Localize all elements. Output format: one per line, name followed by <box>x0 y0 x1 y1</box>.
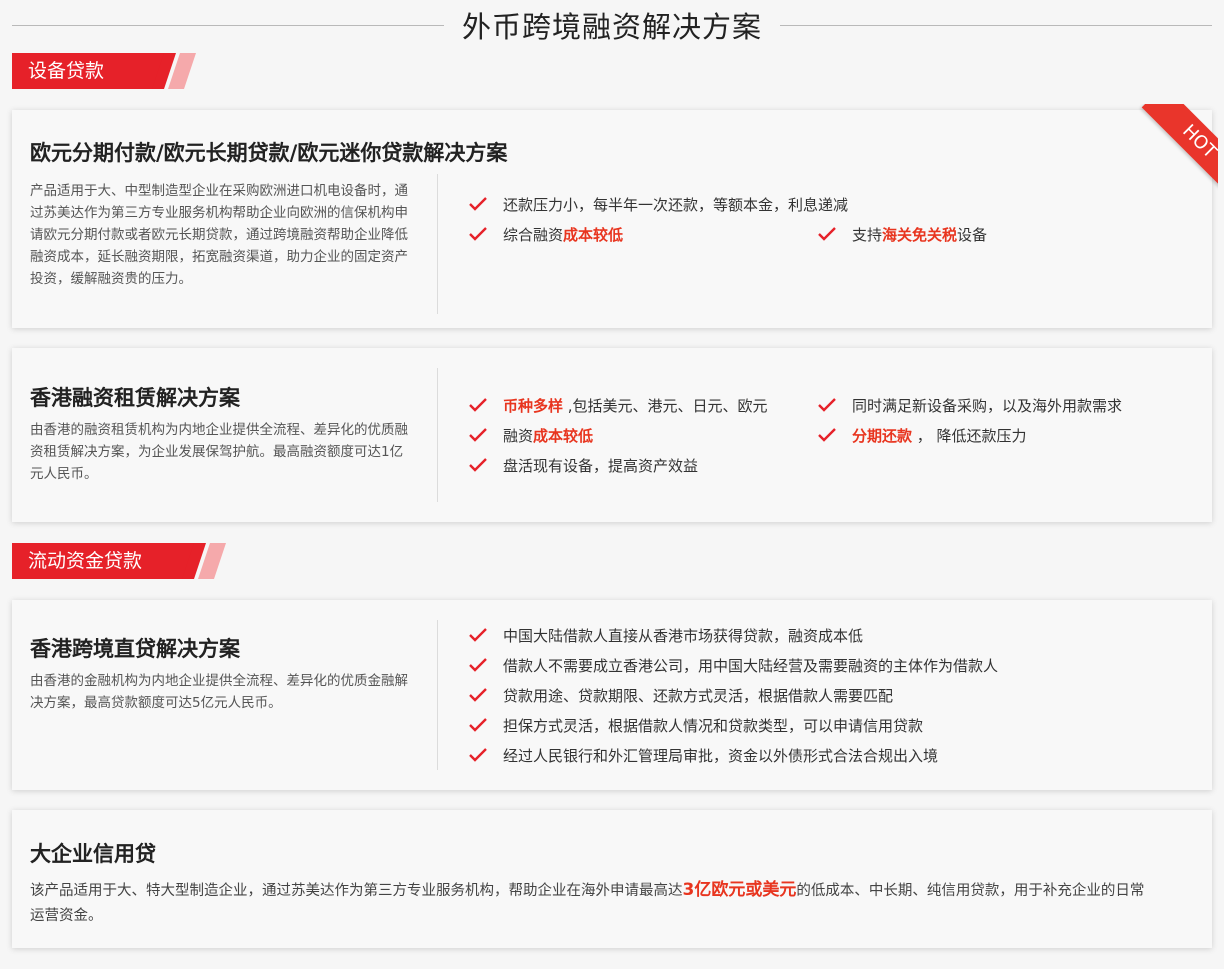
check-icon <box>469 628 487 642</box>
page-title: 外币跨境融资解决方案 <box>461 10 762 44</box>
check-icon <box>818 227 836 241</box>
card-large-enterprise-credit: 大企业信用贷 该产品适用于大、特大型制造企业，通过苏美达作为第三方专业服务机构，… <box>12 810 1212 948</box>
title-divider-left <box>12 25 444 26</box>
feature-text: 综合融资 <box>503 226 564 244</box>
feature-text-after: 设备 <box>957 226 988 244</box>
feature-text: 贷款用途、贷款期限、还款方式灵活，根据借款人需要匹配 <box>503 687 894 705</box>
card-description-highlight: 3亿欧元或美元 <box>682 880 797 900</box>
hot-badge: HOT <box>1126 104 1218 196</box>
check-icon <box>818 428 836 442</box>
card-description: 由香港的融资租赁机构为内地企业提供全流程、差异化的优质融资租赁解决方案，为企业发… <box>30 422 408 482</box>
page-header: 外币跨境融资解决方案 <box>0 0 1224 50</box>
check-icon <box>469 718 487 732</box>
section-tag-label: 流动资金贷款 <box>12 543 194 579</box>
card-description: 由香港的金融机构为内地企业提供全流程、差异化的优质金融解决方案，最高贷款额度可达… <box>30 673 408 711</box>
card-description-text: 该产品适用于大、特大型制造企业，通过苏美达作为第三方专业服务机构，帮助企业在海外… <box>30 883 683 899</box>
feature-text: 融资 <box>503 427 534 445</box>
card-title: 香港融资租赁解决方案 <box>30 386 240 410</box>
feature-highlight: 分期还款 <box>852 427 913 445</box>
card-divider <box>437 174 438 314</box>
feature-text: 同时满足新设备采购，以及海外用款需求 <box>852 397 1123 415</box>
feature-text: 中国大陆借款人直接从香港市场获得贷款，融资成本低 <box>503 627 864 645</box>
card-hk-direct-loan: 香港跨境直贷解决方案 由香港的金融机构为内地企业提供全流程、差异化的优质金融解决… <box>12 600 1212 790</box>
card-divider <box>437 368 438 502</box>
check-icon <box>469 688 487 702</box>
section-tag-label: 设备贷款 <box>12 53 164 89</box>
feature-text: 经过人民银行和外汇管理局审批，资金以外债形式合法合规出入境 <box>503 747 939 765</box>
feature-highlight: 成本较低 <box>563 226 624 244</box>
section-tag-stripe <box>182 543 226 579</box>
feature-text: 还款压力小，每半年一次还款，等额本金，利息递减 <box>503 196 849 214</box>
check-icon <box>469 227 487 241</box>
card-hk-finance-lease: 香港融资租赁解决方案 由香港的融资租赁机构为内地企业提供全流程、差异化的优质融资… <box>12 348 1212 522</box>
title-divider-right <box>780 25 1212 26</box>
check-icon <box>469 428 487 442</box>
card-description: 该产品适用于大、特大型制造企业，通过苏美达作为第三方专业服务机构，帮助企业在海外… <box>30 878 1150 929</box>
feature-text-after: ,包括美元、港元、日元、欧元 <box>563 397 768 415</box>
check-icon <box>469 748 487 762</box>
card-euro-installment: 欧元分期付款/欧元长期贷款/欧元迷你贷款解决方案 产品适用于大、中型制造型企业在… <box>12 104 1218 328</box>
check-icon <box>469 458 487 472</box>
check-icon <box>469 658 487 672</box>
feature-text: 借款人不需要成立香港公司，用中国大陆经营及需要融资的主体作为借款人 <box>503 657 999 675</box>
feature-text: 盘活现有设备，提高资产效益 <box>503 457 699 475</box>
section-tag-stripe <box>152 53 196 89</box>
feature-text: 支持 <box>852 226 883 244</box>
feature-highlight: 币种多样 <box>503 397 564 415</box>
card-title: 香港跨境直贷解决方案 <box>30 637 240 661</box>
hot-badge-label: HOT <box>1141 104 1218 196</box>
card-divider <box>437 620 438 770</box>
feature-text: 担保方式灵活，根据借款人情况和贷款类型，可以申请信用贷款 <box>503 717 924 735</box>
check-icon <box>818 398 836 412</box>
check-icon <box>469 398 487 412</box>
card-title: 大企业信用贷 <box>30 842 156 866</box>
feature-text-after: ， 降低还款压力 <box>912 427 1027 445</box>
feature-highlight: 海关免关税 <box>882 226 958 244</box>
card-title: 欧元分期付款/欧元长期贷款/欧元迷你贷款解决方案 <box>30 141 508 165</box>
card-description: 产品适用于大、中型制造型企业在采购欧洲进口机电设备时，通过苏美达作为第三方专业服… <box>30 183 408 287</box>
check-icon <box>469 197 487 211</box>
feature-highlight: 成本较低 <box>533 427 594 445</box>
